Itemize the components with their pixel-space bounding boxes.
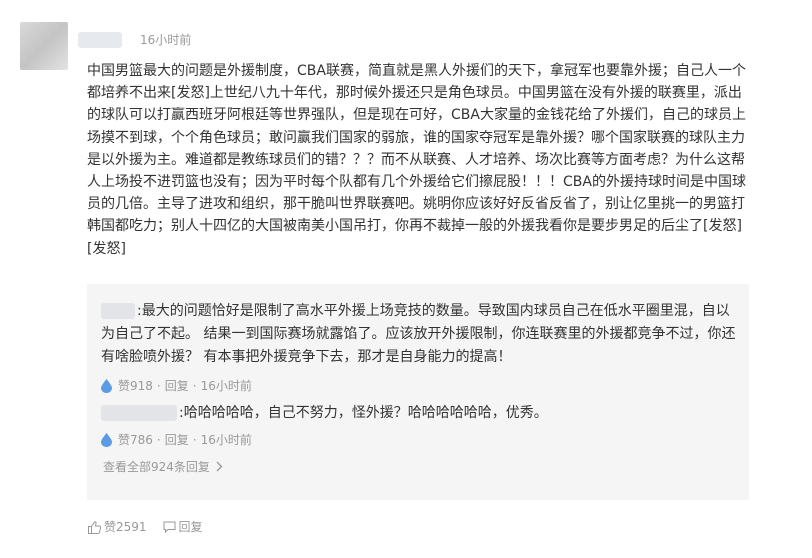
reply-button[interactable]: 回复 [147, 520, 203, 534]
comment-time: 16小时前 [140, 33, 192, 47]
separator-dot: · [156, 379, 161, 393]
like-button[interactable]: 赞2591 [88, 520, 147, 534]
like-count[interactable]: 赞918 [118, 379, 153, 393]
view-all-replies-link[interactable]: 查看全部924条回复 [103, 460, 223, 474]
reply-label: 回复 [178, 520, 203, 534]
chevron-right-icon [216, 461, 223, 472]
thumbs-up-icon [88, 520, 101, 534]
reply-button[interactable]: 回复 [165, 433, 189, 447]
reply-time: 16小时前 [200, 433, 252, 447]
like-icon[interactable] [101, 379, 112, 393]
reply-time: 16小时前 [200, 379, 252, 393]
like-count: 赞2591 [104, 520, 147, 534]
comment-text: 中国男篮最大的问题是外援制度，CBA联赛，简直就是黑人外援们的天下，拿冠军也要靠… [87, 63, 746, 257]
comment-username[interactable] [78, 32, 122, 48]
separator-dot: · [192, 433, 197, 447]
separator-dot: · [156, 433, 161, 447]
reply-meta: 赞786 · 回复 · 16小时前 [101, 433, 252, 447]
reply-username[interactable] [101, 405, 177, 421]
separator-dot: · [192, 379, 197, 393]
reply-text: :最大的问题恰好是限制了高水平外援上场竞技的数量。导致国内球员自己在低水平圈里混… [101, 303, 736, 365]
comment-avatar[interactable] [20, 22, 68, 70]
like-count[interactable]: 赞786 [118, 433, 153, 447]
reply-text: :哈哈哈哈哈，自己不努力，怪外援？哈哈哈哈哈哈，优秀。 [179, 405, 548, 421]
chat-bubble-icon [163, 521, 176, 533]
reply-username[interactable] [101, 303, 135, 319]
reply-button[interactable]: 回复 [165, 379, 189, 393]
reply-meta: 赞918 · 回复 · 16小时前 [101, 379, 252, 393]
reply-item: :最大的问题恰好是限制了高水平外援上场竞技的数量。导致国内球员自己在低水平圈里混… [101, 300, 737, 369]
comment-actions: 赞2591 回复 [88, 520, 203, 534]
reply-box: :最大的问题恰好是限制了高水平外援上场竞技的数量。导致国内球员自己在低水平圈里混… [87, 284, 749, 500]
like-icon[interactable] [101, 433, 112, 447]
reply-item: :哈哈哈哈哈，自己不努力，怪外援？哈哈哈哈哈哈，优秀。 [101, 402, 737, 425]
view-all-label: 查看全部924条回复 [103, 460, 210, 474]
